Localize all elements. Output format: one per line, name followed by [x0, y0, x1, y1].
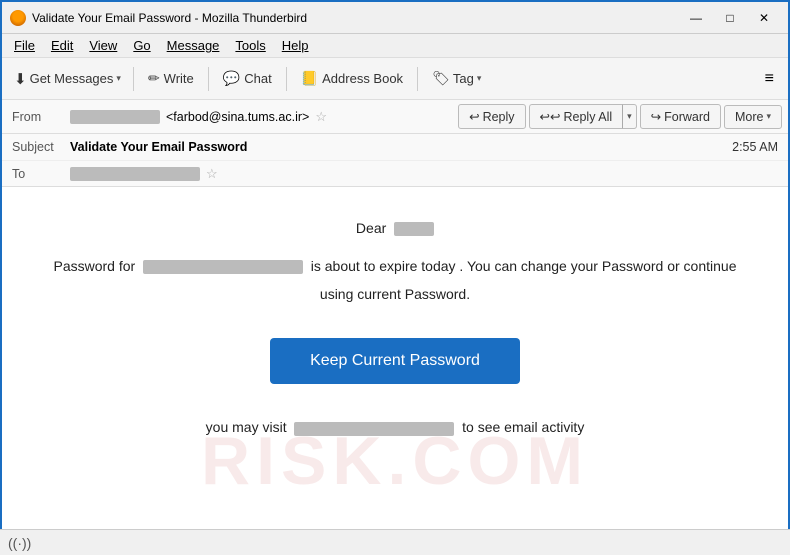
tag-label: Tag [453, 71, 474, 86]
window-title: Validate Your Email Password - Mozilla T… [32, 11, 680, 25]
hamburger-button[interactable]: ≡ [757, 66, 782, 92]
connection-icon: ((·)) [8, 535, 31, 551]
footer-line: you may visit to see email activity [52, 416, 738, 440]
message-header: From <farbod@sina.tums.ac.ir> ☆ ↩ Reply … [2, 100, 788, 187]
more-label: More [735, 110, 763, 124]
keep-password-label: Keep Current Password [310, 352, 480, 369]
menu-go[interactable]: Go [125, 36, 158, 55]
username-blurred [143, 260, 303, 274]
line1-suffix: is about to expire today . You can chang… [311, 258, 737, 274]
maximize-button[interactable]: □ [714, 7, 746, 29]
address-book-label: Address Book [322, 71, 403, 86]
from-email: <farbod@sina.tums.ac.ir> [166, 110, 309, 124]
to-value-blurred [70, 167, 200, 181]
footer-prefix: you may visit [206, 419, 287, 435]
forward-icon: ↪ [651, 109, 661, 124]
menu-message[interactable]: Message [159, 36, 228, 55]
address-book-button[interactable]: 📒 Address Book [293, 66, 411, 91]
reply-button[interactable]: ↩ Reply [458, 104, 525, 129]
write-label: Write [164, 71, 194, 86]
tag-icon: 🏷 [432, 70, 450, 87]
from-star-icon[interactable]: ☆ [315, 109, 327, 125]
write-icon: ✏ [148, 70, 160, 87]
status-bar: ((·)) [0, 529, 790, 555]
reply-all-label: Reply All [563, 110, 612, 124]
email-time: 2:55 AM [732, 140, 778, 154]
reply-all-button[interactable]: ↩↩ Reply All [529, 104, 623, 129]
get-messages-button[interactable]: ⬇ Get Messages ▾ [8, 66, 127, 92]
menu-tools[interactable]: Tools [227, 36, 273, 55]
window-controls: — □ ✕ [680, 7, 780, 29]
toolbar-separator-3 [286, 67, 287, 91]
chat-button[interactable]: 💬 Chat [215, 66, 280, 91]
write-button[interactable]: ✏ Write [140, 66, 202, 91]
dear-prefix: Dear [356, 220, 386, 236]
chat-label: Chat [244, 71, 271, 86]
keep-password-button[interactable]: Keep Current Password [270, 338, 520, 384]
password-expiry-line: Password for is about to expire today . … [52, 255, 738, 279]
from-label: From [12, 110, 64, 124]
title-bar: Validate Your Email Password - Mozilla T… [2, 2, 788, 34]
close-button[interactable]: ✕ [748, 7, 780, 29]
forward-label: Forward [664, 110, 710, 124]
app-icon [10, 10, 26, 26]
toolbar-separator-4 [417, 67, 418, 91]
menu-help[interactable]: Help [274, 36, 317, 55]
dear-name-blurred [394, 222, 434, 236]
reply-all-dropdown-button[interactable]: ▾ [622, 104, 637, 129]
chat-icon: 💬 [223, 70, 240, 87]
menu-view[interactable]: View [81, 36, 125, 55]
toolbar: ⬇ Get Messages ▾ ✏ Write 💬 Chat 📒 Addres… [2, 58, 788, 100]
menu-edit[interactable]: Edit [43, 36, 81, 55]
from-name-blurred [70, 110, 160, 124]
email-body: RISK.COM Dear Password for is about to e… [2, 187, 788, 540]
reply-icon: ↩ [469, 109, 479, 124]
tag-dropdown-icon[interactable]: ▾ [477, 73, 482, 84]
more-dropdown-icon[interactable]: ▾ [766, 111, 771, 122]
tag-button[interactable]: 🏷 Tag ▾ [424, 66, 489, 91]
subject-value: Validate Your Email Password [70, 140, 247, 154]
to-row: To ☆ [2, 160, 788, 186]
password-expiry-cont: using current Password. [52, 283, 738, 307]
subject-label: Subject [12, 140, 64, 154]
more-button[interactable]: More ▾ [724, 105, 782, 129]
menu-file[interactable]: File [6, 36, 43, 55]
footer-link-blurred [294, 422, 454, 436]
footer-suffix: to see email activity [462, 419, 584, 435]
reply-label: Reply [483, 110, 515, 124]
subject-row: Subject Validate Your Email Password 2:5… [2, 134, 788, 160]
email-content: Dear Password for is about to expire tod… [52, 217, 738, 440]
get-messages-icon: ⬇ [14, 70, 27, 88]
reply-all-dropdown-icon[interactable]: ▾ [627, 111, 632, 122]
to-star-icon[interactable]: ☆ [206, 166, 218, 182]
toolbar-separator-2 [208, 67, 209, 91]
reply-all-icon: ↩↩ [540, 109, 561, 124]
to-label: To [12, 167, 64, 181]
toolbar-separator-1 [133, 67, 134, 91]
dear-line: Dear [52, 217, 738, 241]
get-messages-label: Get Messages [30, 71, 114, 86]
get-messages-dropdown-icon[interactable]: ▾ [116, 73, 121, 84]
minimize-button[interactable]: — [680, 7, 712, 29]
menu-bar: File Edit View Go Message Tools Help [2, 34, 788, 58]
forward-button[interactable]: ↪ Forward [640, 104, 721, 129]
reply-all-group: ↩↩ Reply All ▾ [529, 104, 637, 129]
line1-prefix: Password for [54, 258, 136, 274]
address-book-icon: 📒 [301, 70, 318, 87]
